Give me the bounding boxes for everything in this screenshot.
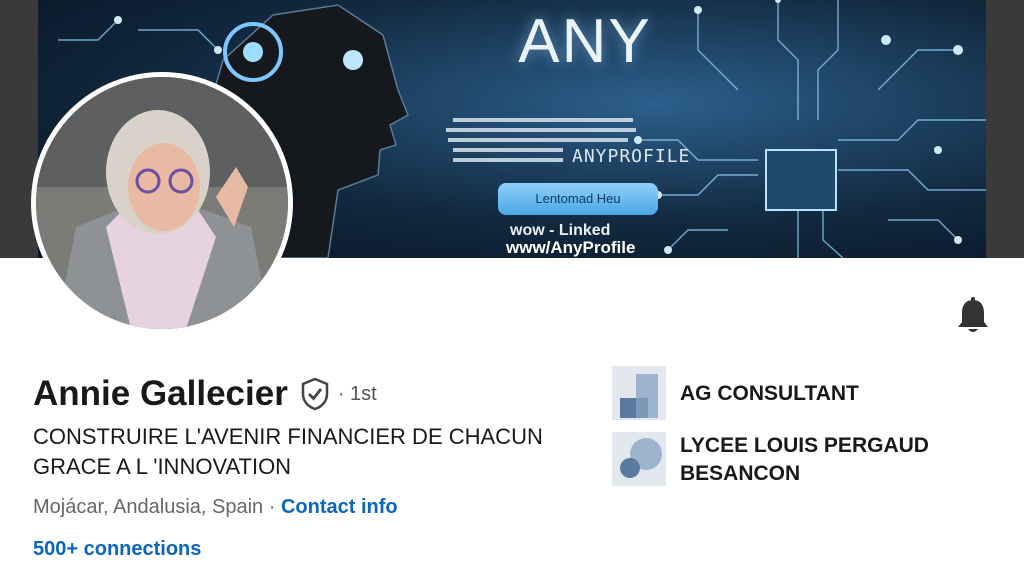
verified-shield-icon[interactable]	[300, 377, 330, 411]
profile-avatar[interactable]	[31, 72, 293, 334]
org-item-school[interactable]: LYCEE LOUIS PERGAUD BESANCON	[612, 432, 980, 488]
banner-handle: ANYPROFILE	[572, 146, 691, 167]
school-logo-icon	[612, 432, 666, 486]
notification-bell-icon[interactable]	[954, 296, 992, 336]
contact-info-link[interactable]: Contact info	[281, 496, 398, 518]
profile-name-row: Annie Gallecier · 1st	[33, 372, 377, 416]
banner-edge-right	[986, 0, 1024, 258]
profile-location: Mojácar, Andalusia, Spain	[33, 496, 264, 518]
location-row: Mojácar, Andalusia, Spain · Contact info	[33, 496, 398, 519]
profile-headline: CONSTRUIRE L'AVENIR FINANCIER DE CHACUN …	[33, 424, 543, 479]
banner-title: ANY	[518, 7, 652, 76]
profile-name: Annie Gallecier	[33, 374, 288, 413]
banner-url-line2: www/AnyProfile	[506, 238, 636, 257]
connection-degree: · 1st	[337, 382, 377, 405]
avatar-photo	[36, 77, 288, 329]
org-name: LYCEE LOUIS PERGAUD BESANCON	[680, 434, 929, 485]
company-logo-icon	[612, 366, 666, 420]
banner-button: Lentomad Heu	[498, 183, 658, 215]
connections-link[interactable]: 500+ connections	[33, 538, 201, 561]
org-name: AG CONSULTANT	[680, 382, 859, 405]
separator: ·	[263, 496, 281, 518]
org-item-company[interactable]: AG CONSULTANT	[612, 366, 859, 420]
